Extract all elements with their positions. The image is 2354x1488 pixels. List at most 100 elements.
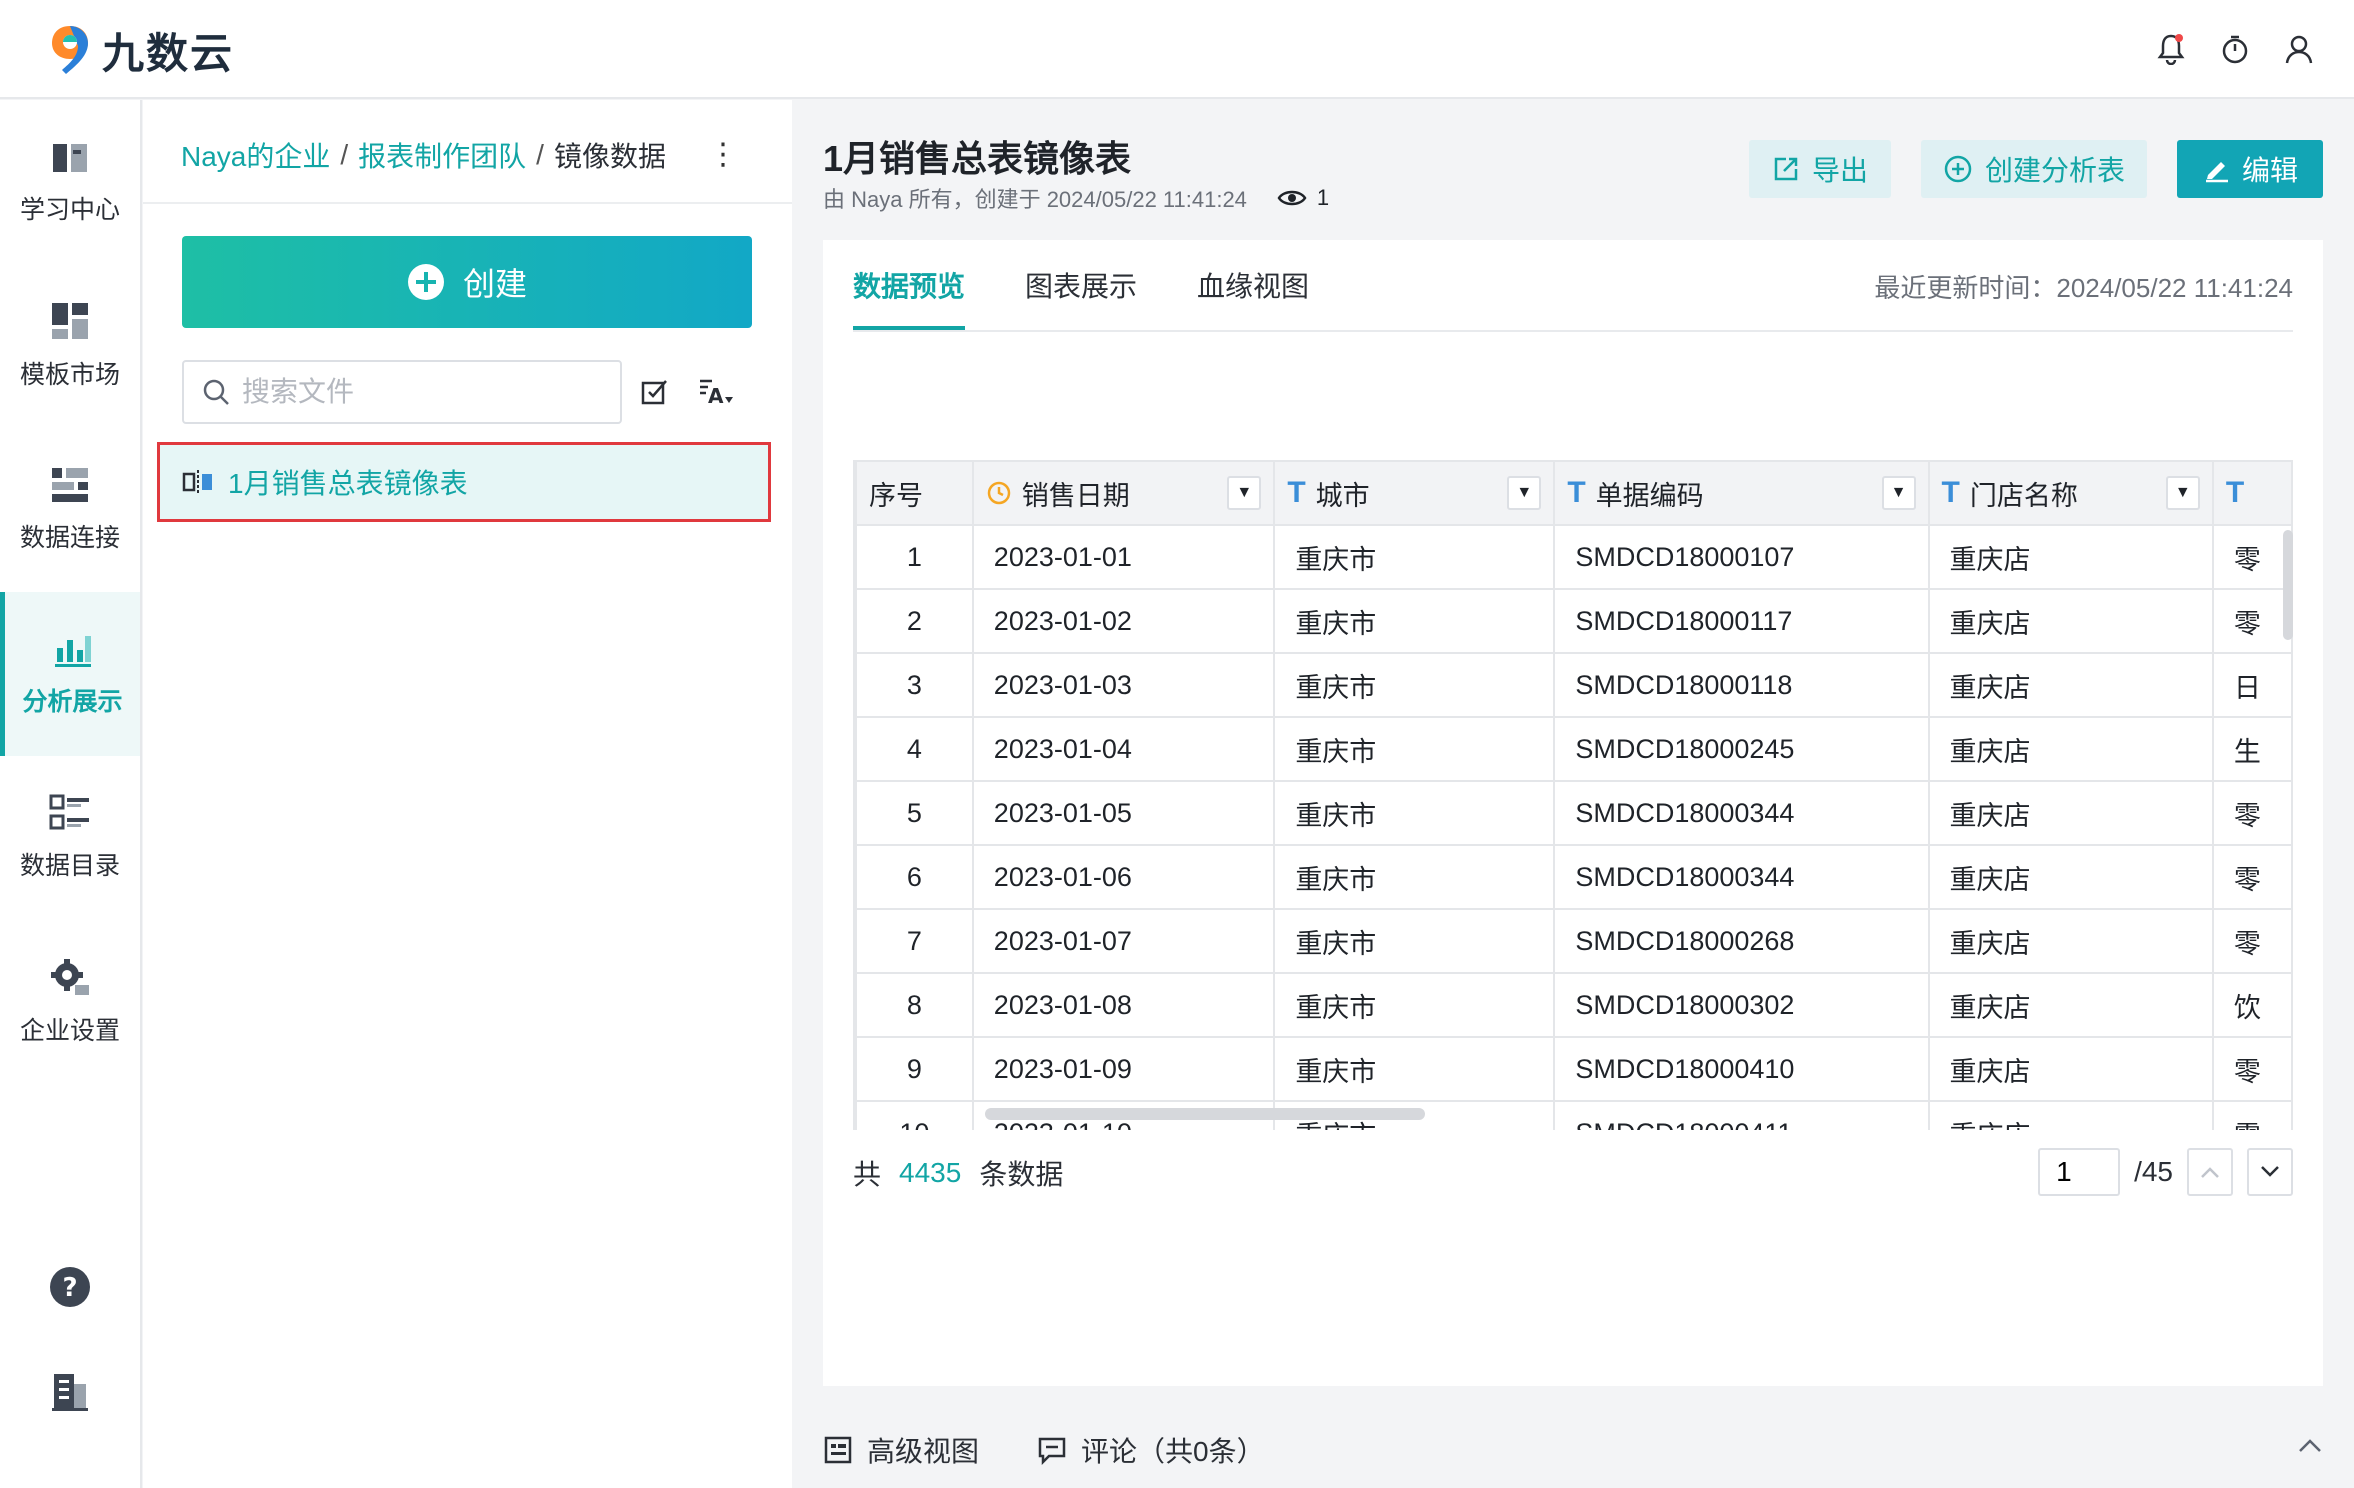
- collapse-panel-icon[interactable]: [2297, 1430, 2323, 1462]
- svg-text:A: A: [708, 384, 724, 407]
- table-row[interactable]: 8 2023-01-08 重庆市 SMDCD18000302 重庆店饮: [855, 972, 2293, 1038]
- table-cell: 零: [2211, 524, 2293, 590]
- column-dropdown-icon[interactable]: ▼: [1507, 476, 1542, 510]
- table-cell: 2023-01-03: [971, 652, 1276, 718]
- comments-button[interactable]: 评论（共0条）: [1037, 1430, 1265, 1470]
- user-icon[interactable]: [2278, 28, 2320, 70]
- column-header-index: 序号: [855, 460, 974, 526]
- chevron-up-icon: [2201, 1167, 2219, 1178]
- table-row[interactable]: 4 2023-01-04 重庆市 SMDCD18000245 重庆店生: [855, 716, 2293, 782]
- tab-chart-display[interactable]: 图表展示: [1025, 240, 1137, 330]
- tab-lineage-view[interactable]: 血缘视图: [1197, 240, 1309, 330]
- table-cell: 2: [855, 588, 974, 654]
- main-content: 1月销售总表镜像表 由 Naya 所有，创建于 2024/05/22 11:41…: [793, 100, 2354, 1488]
- table-cell: 10: [855, 1100, 974, 1130]
- search-input[interactable]: [242, 376, 602, 408]
- page-input[interactable]: [2038, 1148, 2121, 1196]
- nav-item-data-connection[interactable]: 数据连接: [0, 428, 140, 592]
- breadcrumb-current: 镜像数据: [553, 141, 666, 172]
- table-cell: 日: [2211, 652, 2293, 718]
- table-cell: 3: [855, 652, 974, 718]
- table-cell: 2023-01-05: [971, 780, 1276, 846]
- breadcrumb-separator: /: [340, 139, 349, 170]
- table-row[interactable]: 5 2023-01-05 重庆市 SMDCD18000344 重庆店零: [855, 780, 2293, 846]
- more-options-icon[interactable]: ⋮: [703, 134, 743, 174]
- table-cell: 重庆店: [1927, 652, 2214, 718]
- table-cell: 重庆市: [1273, 844, 1556, 910]
- table-cell: 重庆市: [1273, 588, 1556, 654]
- batch-select-icon[interactable]: [631, 368, 679, 416]
- tabs-divider: [853, 330, 2293, 332]
- breadcrumb-enterprise[interactable]: Naya的企业: [181, 135, 330, 175]
- file-item-selected[interactable]: 1月销售总表镜像表: [157, 442, 771, 522]
- building-icon: [52, 1374, 88, 1411]
- help-button[interactable]: ?: [0, 1252, 140, 1322]
- file-item-label: 1月销售总表镜像表: [228, 468, 468, 499]
- table-row[interactable]: 3 2023-01-03 重庆市 SMDCD18000118 重庆店日: [855, 652, 2293, 718]
- catalog-icon: [49, 794, 89, 830]
- table-cell: 1: [855, 524, 974, 590]
- enterprise-button[interactable]: [0, 1356, 140, 1426]
- export-button[interactable]: 导出: [1749, 140, 1891, 198]
- table-cell: 重庆市: [1273, 908, 1556, 974]
- timer-icon[interactable]: [2214, 28, 2256, 70]
- pagination: /45: [2038, 1148, 2293, 1196]
- text-type-icon: T: [2225, 476, 2245, 509]
- breadcrumb-team[interactable]: 报表制作团队: [358, 135, 526, 175]
- sort-icon[interactable]: A: [693, 368, 741, 416]
- table-cell: SMDCD18000411: [1553, 1100, 1930, 1130]
- help-icon: ?: [50, 1267, 90, 1307]
- table-row[interactable]: 2 2023-01-02 重庆市 SMDCD18000117 重庆店零: [855, 588, 2293, 654]
- table-row[interactable]: 7 2023-01-07 重庆市 SMDCD18000268 重庆店零: [855, 908, 2293, 974]
- search-icon: [203, 379, 229, 405]
- breadcrumb-separator: /: [536, 139, 544, 170]
- edit-button[interactable]: 编辑: [2177, 140, 2323, 198]
- table-cell: 5: [855, 780, 974, 846]
- breadcrumb: Naya的企业 / 报表制作团队 / 镜像数据: [181, 130, 666, 180]
- nav-item-analysis[interactable]: 分析展示: [0, 592, 140, 756]
- advanced-view-button[interactable]: 高级视图: [823, 1430, 979, 1470]
- table-cell: 重庆店: [1927, 972, 2214, 1038]
- last-updated: 最近更新时间：2024/05/22 11:41:24: [1874, 273, 2293, 303]
- create-analysis-button[interactable]: 创建分析表: [1921, 140, 2147, 198]
- text-type-icon: T: [1287, 476, 1306, 509]
- table-cell: 4: [855, 716, 974, 782]
- table-cell: SMDCD18000118: [1553, 652, 1930, 718]
- create-button[interactable]: 创建: [182, 236, 752, 328]
- nav-item-templates[interactable]: 模板市场: [0, 264, 140, 428]
- table-cell: 6: [855, 844, 974, 910]
- data-table[interactable]: 序号 销售日期 ▼ T 城市 ▼ T 单据编码 ▼ T 门店名称 ▼ T 1 2…: [853, 460, 2293, 1130]
- logo-icon: [52, 26, 88, 74]
- table-cell: 零: [2211, 844, 2293, 910]
- tab-bar: 数据预览 图表展示 血缘视图: [853, 240, 1309, 330]
- plus-circle-icon: [1944, 155, 1972, 183]
- table-row[interactable]: 9 2023-01-09 重庆市 SMDCD18000410 重庆店零: [855, 1036, 2293, 1102]
- eye-icon: [1277, 190, 1307, 206]
- text-type-icon: T: [1941, 476, 1960, 509]
- table-cell: 零: [2211, 780, 2293, 846]
- column-dropdown-icon[interactable]: ▼: [2165, 476, 2200, 510]
- nav-item-catalog[interactable]: 数据目录: [0, 756, 140, 920]
- top-bar: 九数云: [0, 0, 2354, 99]
- bell-icon[interactable]: [2150, 28, 2192, 70]
- page-down-button[interactable]: [2247, 1148, 2293, 1196]
- table-cell: 零: [2211, 588, 2293, 654]
- table-row[interactable]: 6 2023-01-06 重庆市 SMDCD18000344 重庆店零: [855, 844, 2293, 910]
- chart-icon: [54, 636, 91, 667]
- table-row[interactable]: 1 2023-01-01 重庆市 SMDCD18000107 重庆店零: [855, 524, 2293, 590]
- edit-icon: [2205, 162, 2228, 183]
- page-up-button[interactable]: [2187, 1148, 2233, 1196]
- table-cell: 2023-01-01: [971, 524, 1276, 590]
- column-dropdown-icon[interactable]: ▼: [1227, 476, 1262, 510]
- nav-item-settings[interactable]: 企业设置: [0, 920, 140, 1084]
- table-cell: 2023-01-09: [971, 1036, 1276, 1102]
- horizontal-scrollbar[interactable]: [985, 1108, 1425, 1120]
- nav-item-learning[interactable]: 学习中心: [0, 100, 140, 264]
- table-cell: 饮: [2211, 972, 2293, 1038]
- dataset-title: 1月销售总表镜像表: [823, 138, 1132, 179]
- table-cell: 重庆店: [1927, 780, 2214, 846]
- tab-data-preview[interactable]: 数据预览: [853, 240, 966, 330]
- vertical-scrollbar[interactable]: [2283, 530, 2293, 640]
- app-logo[interactable]: 九数云: [48, 22, 234, 78]
- column-dropdown-icon[interactable]: ▼: [1881, 476, 1916, 510]
